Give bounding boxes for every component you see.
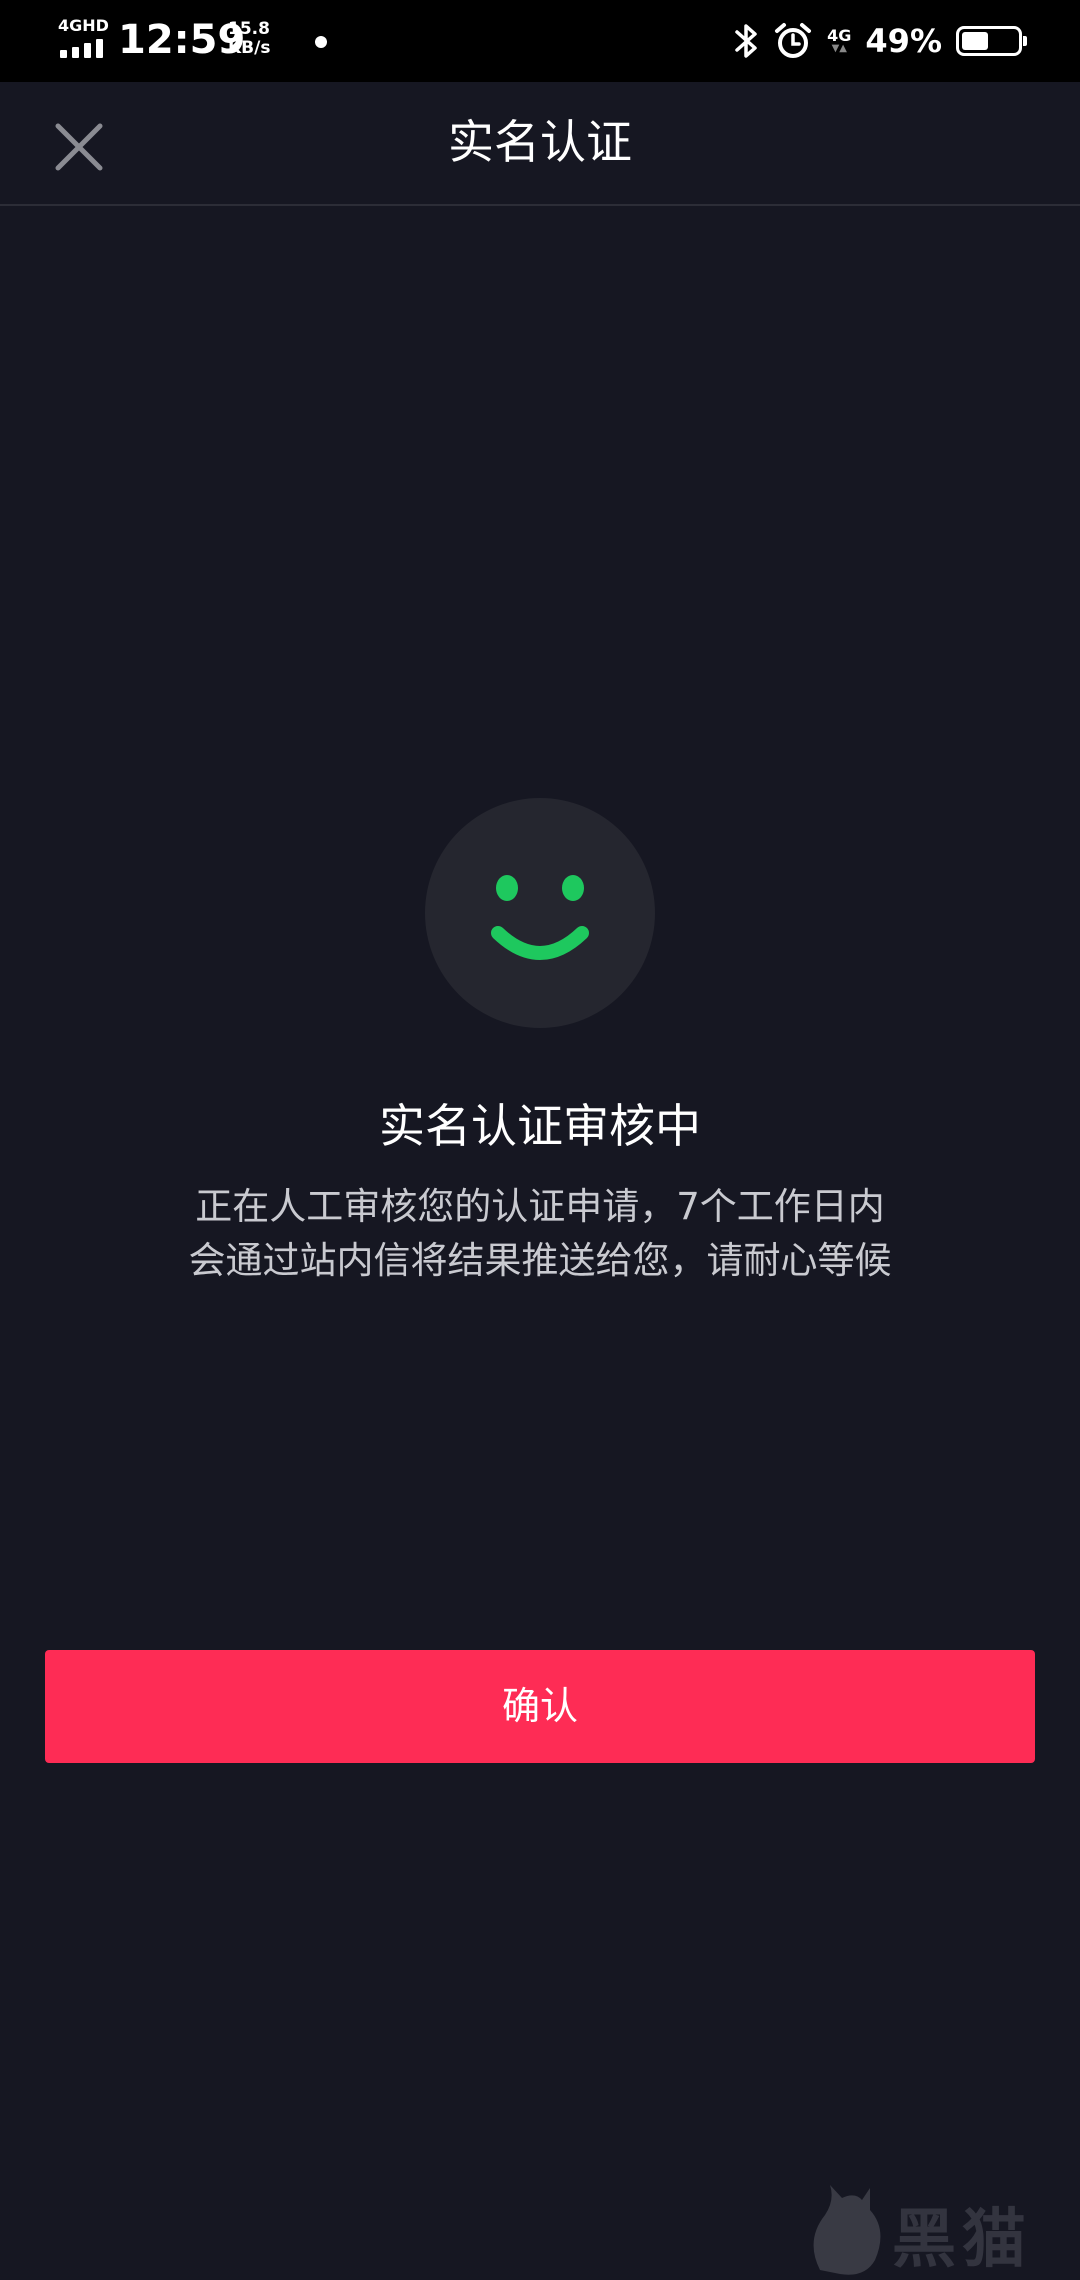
bluetooth-icon xyxy=(733,21,759,61)
watermark-text: 黑猫 xyxy=(892,2203,1032,2277)
clock: 12:59 xyxy=(118,17,246,63)
status-description-line: 正在人工审核您的认证申请，7个工作日内 xyxy=(195,1185,885,1228)
notification-dot-icon xyxy=(315,36,327,48)
cat-logo-icon xyxy=(813,2185,881,2275)
network-speed-value: 15.8 xyxy=(228,19,270,39)
nav-bar: 实名认证 xyxy=(0,82,1080,206)
screen: 4GHD 12:59 15.8 KB/s 4G ▼▲ 49% 实名认证 实名认证… xyxy=(0,0,1080,2280)
page-title: 实名认证 xyxy=(448,115,632,169)
data-arrows-icon: ▼▲ xyxy=(831,43,847,54)
status-icons: 4G ▼▲ 49% xyxy=(733,18,1027,64)
battery-level-fill xyxy=(962,32,988,50)
status-heading: 实名认证审核中 xyxy=(379,1099,701,1153)
confirm-button[interactable]: 确认 xyxy=(45,1650,1035,1763)
network-speed-unit: KB/s xyxy=(228,38,271,58)
battery-icon xyxy=(956,26,1027,56)
network-speed: 15.8 KB/s xyxy=(228,20,288,58)
status-description: 正在人工审核您的认证申请，7个工作日内 会通过站内信将结果推送给您，请耐心等候 xyxy=(100,1180,980,1288)
battery-percent: 49% xyxy=(865,22,942,60)
smiley-face-icon xyxy=(425,798,655,1028)
alarm-clock-icon xyxy=(773,21,813,61)
status-description-line: 会通过站内信将结果推送给您，请耐心等候 xyxy=(188,1239,892,1282)
mobile-data-indicator: 4G ▼▲ xyxy=(827,28,851,54)
signal-strength-icon xyxy=(60,38,106,58)
watermark-logo: 黑猫 xyxy=(800,2170,1080,2280)
status-bar: 4GHD 12:59 15.8 KB/s 4G ▼▲ 49% xyxy=(0,0,1080,82)
network-type-label: 4GHD xyxy=(58,16,109,35)
